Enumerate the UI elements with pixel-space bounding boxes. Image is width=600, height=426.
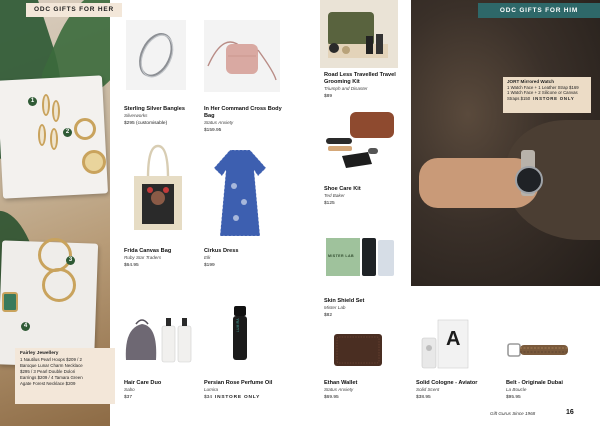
product-name: Solid Cologne - Aviator: [416, 380, 478, 386]
marker-2: 2: [63, 128, 72, 137]
pearl-earring: [52, 100, 60, 122]
cologne-box-letter: A: [446, 328, 461, 350]
product-price: $38.95: [416, 394, 431, 400]
marker-3: 3: [66, 256, 75, 265]
hoop-earring: [38, 238, 72, 272]
marker-4: 4: [21, 322, 30, 331]
bangles-image: [126, 20, 186, 90]
belt-drawing: [507, 343, 568, 357]
wallet-image: [330, 330, 388, 370]
marker-1: 1: [28, 97, 37, 106]
product-price: $82: [324, 312, 333, 318]
product-name: Shoe Care Kit: [324, 186, 361, 192]
crossbody-info: In Her Command Cross Body Bag Status Anx…: [204, 106, 284, 134]
cologne-image: A: [418, 318, 474, 370]
dress-drawing: [213, 149, 267, 237]
cologne-info: Solid Cologne - Aviator Solid Scent $38.…: [416, 380, 502, 401]
skin-shield-info: Skin Shield Set Mister Lab $82: [324, 298, 404, 319]
footer-tagline: Gift Gurus Since 1968: [490, 411, 536, 416]
product-price: $295 (customisable): [124, 120, 168, 126]
perfume-oil-info: Persian Rose Perfume Oil Lumira $34 INSTO…: [204, 380, 290, 401]
product-price: $64.95: [124, 262, 139, 268]
bangles-info: Sterling Silver Bangles Silverworks $295…: [124, 106, 204, 127]
perfume-bottle-label: LUMIRA: [236, 318, 240, 332]
product-price: $34 INSTORE ONLY: [204, 394, 290, 401]
belt-info: Belt - Originale Dubai La Boucle $95.95: [506, 380, 592, 401]
instore-only-note: INSTORE ONLY: [533, 96, 575, 102]
bangles-drawing: [139, 33, 174, 78]
wallet-drawing: [334, 334, 382, 366]
grooming-kit-drawing: [328, 12, 388, 58]
canvas-bag-drawing: [134, 144, 182, 230]
canvas-bag-image: [130, 140, 186, 232]
product-price: $89: [324, 93, 333, 99]
grooming-kit-info: Road Less Travelled Travel Grooming Kit …: [324, 72, 408, 100]
shoe-care-image: [322, 108, 398, 174]
dress-image: [210, 146, 270, 238]
jewellery-caption: Fairley Jewellery 1 Nautilus Pearl Hoops…: [15, 348, 115, 404]
product-name: Road Less Travelled Travel Grooming Kit: [324, 72, 396, 85]
jewellery-line: Agate Forest Necklace $209: [20, 381, 76, 387]
pearl-earring: [50, 128, 58, 150]
wallet-info: Ethan Wallet Status Anxiety $69.95: [324, 380, 404, 401]
him-banner: ODC GIFTS FOR HIM: [478, 3, 600, 18]
agate-pendant: [2, 292, 18, 312]
belt-image: [506, 336, 572, 364]
price-value: $34: [204, 394, 213, 400]
watch-line-text: Straps $150: [507, 96, 531, 102]
product-name: Persian Rose Perfume Oil: [204, 380, 273, 386]
watch-face: [515, 166, 543, 194]
product-price: $69.95: [324, 394, 339, 400]
page-number: 16: [566, 409, 574, 416]
product-name: Belt - Originale Dubai: [506, 380, 563, 386]
grooming-kit-image: [320, 0, 398, 68]
product-price: $159.95: [204, 127, 222, 133]
hoop-earring: [74, 118, 96, 140]
shoe-care-info: Shoe Care Kit Ted Baker $125: [324, 186, 404, 207]
watch-caption: JORT Mirrored Watch 1 Watch Face + 1 Lea…: [503, 77, 591, 113]
product-name: Hair Care Duo: [124, 380, 162, 386]
crossbody-drawing: [207, 41, 277, 81]
watch-line: Straps $150 INSTORE ONLY: [507, 96, 587, 102]
product-price: $95.95: [506, 394, 521, 400]
product-name: Skin Shield Set: [324, 298, 365, 304]
hair-care-image: [122, 308, 198, 364]
product-name: Sterling Silver Bangles: [124, 106, 185, 112]
product-price: $125: [324, 200, 335, 206]
product-name: In Her Command Cross Body Bag: [204, 106, 282, 119]
pearl-earring: [38, 124, 46, 146]
product-name: Ethan Wallet: [324, 380, 358, 386]
shoe-care-drawing: [326, 112, 394, 168]
instore-only-note: INSTORE ONLY: [215, 394, 261, 400]
skin-shield-image: MISTER LAB: [324, 234, 398, 280]
product-price: $37: [124, 394, 133, 400]
product-name: Cirkus Dress: [204, 248, 239, 254]
dress-info: Cirkus Dress Elk $199: [204, 248, 284, 269]
product-name: Frida Canvas Bag: [124, 248, 172, 254]
hair-care-drawing: [125, 318, 192, 363]
hair-care-info: Hair Care Duo Sabo $37: [124, 380, 204, 401]
pearl-earring: [42, 94, 50, 116]
product-price: $199: [204, 262, 215, 268]
her-banner: ODC GIFTS FOR HER: [26, 3, 122, 17]
perfume-oil-drawing: [233, 306, 247, 360]
hoop-earring: [42, 268, 76, 302]
skin-shield-box-label: MISTER LAB: [328, 254, 354, 258]
watch-photo: [411, 0, 600, 286]
perfume-oil-image: LUMIRA: [228, 302, 252, 364]
charm-necklace: [82, 150, 106, 174]
canvas-bag-info: Frida Canvas Bag Ruby Star Traders $64.9…: [124, 248, 204, 269]
crossbody-image: [204, 20, 280, 92]
